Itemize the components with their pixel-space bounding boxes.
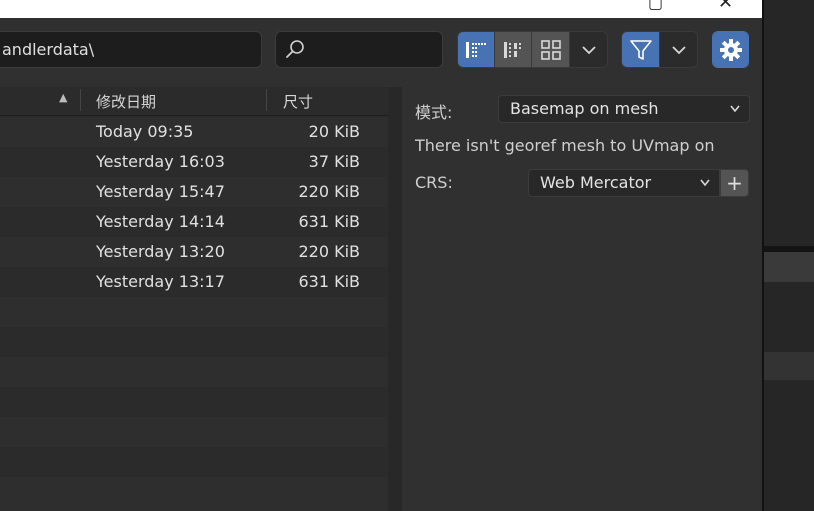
list-scrollbar[interactable]: [388, 87, 402, 511]
file-size: 37 KiB: [308, 152, 360, 171]
file-date: Yesterday 15:47: [96, 182, 225, 201]
file-date: Today 09:35: [96, 122, 194, 141]
thumbnails-button[interactable]: [532, 32, 570, 67]
file-date: Yesterday 14:14: [96, 212, 225, 231]
table-row[interactable]: Today 09:35 20 KiB: [0, 117, 388, 147]
filter-group: [621, 31, 698, 68]
file-size: 631 KiB: [298, 272, 360, 291]
chevron-down-icon: [581, 45, 596, 54]
file-list[interactable]: Today 09:35 20 KiB Yesterday 16:03 37 Ki…: [0, 87, 388, 511]
status-message: There isn't georef mesh to UVmap on: [415, 136, 715, 155]
chevron-down-icon: [671, 45, 686, 54]
close-icon[interactable]: ✕: [718, 0, 733, 12]
column-divider[interactable]: [80, 89, 81, 111]
table-row[interactable]: Yesterday 16:03 37 KiB: [0, 147, 388, 177]
settings-button[interactable]: [713, 32, 748, 67]
empty-row: [0, 447, 388, 477]
file-size: 631 KiB: [298, 212, 360, 231]
settings-group: [712, 31, 749, 68]
plus-icon: +: [726, 171, 743, 195]
filter-icon: [629, 39, 652, 60]
mode-value: Basemap on mesh: [510, 99, 659, 118]
file-size: 20 KiB: [308, 122, 360, 141]
table-row[interactable]: Yesterday 15:47 220 KiB: [0, 177, 388, 207]
crs-dropdown[interactable]: Web Mercator: [528, 169, 720, 197]
crs-value: Web Mercator: [540, 173, 652, 192]
empty-row: [0, 477, 388, 511]
column-header: ▲ 修改日期 尺寸: [0, 87, 388, 116]
column-divider[interactable]: [266, 89, 267, 111]
title-bar: ▢ ✕: [0, 0, 762, 18]
list-vertical-icon: [466, 41, 486, 58]
filter-options-dropdown[interactable]: [660, 32, 697, 67]
empty-row: [0, 327, 388, 357]
directory-path-input[interactable]: andlerdata\: [0, 31, 262, 68]
table-row[interactable]: Yesterday 13:20 220 KiB: [0, 237, 388, 267]
column-size-header[interactable]: 尺寸: [283, 91, 313, 112]
search-input[interactable]: [275, 31, 443, 68]
empty-row: [0, 417, 388, 447]
column-date-header[interactable]: 修改日期: [96, 91, 156, 112]
chevron-down-icon: [699, 170, 711, 204]
display-settings-dropdown[interactable]: [570, 32, 607, 67]
maximize-icon[interactable]: ▢: [648, 0, 663, 12]
background-header: [764, 252, 814, 282]
file-date: Yesterday 13:17: [96, 272, 225, 291]
background-row: [764, 352, 814, 380]
list-horizontal-icon: [504, 41, 521, 58]
empty-row: [0, 387, 388, 417]
crs-label: CRS:: [415, 173, 453, 192]
add-crs-button[interactable]: +: [720, 169, 749, 197]
file-size: 220 KiB: [298, 242, 360, 261]
mode-label: 模式:: [415, 103, 453, 122]
sort-ascending-icon[interactable]: ▲: [59, 91, 67, 104]
filter-toggle-button[interactable]: [622, 32, 660, 67]
file-size: 220 KiB: [298, 182, 360, 201]
horizontal-list-button[interactable]: [495, 32, 532, 67]
gear-icon: [719, 38, 742, 61]
empty-row: [0, 357, 388, 387]
chevron-down-icon: [729, 96, 741, 130]
table-row[interactable]: Yesterday 13:17 631 KiB: [0, 267, 388, 297]
empty-row: [0, 297, 388, 327]
mode-dropdown[interactable]: Basemap on mesh: [498, 95, 750, 123]
vertical-list-button[interactable]: [458, 32, 495, 67]
table-row[interactable]: Yesterday 14:14 631 KiB: [0, 207, 388, 237]
file-date: Yesterday 16:03: [96, 152, 225, 171]
search-icon: [286, 40, 304, 58]
display-mode-group: [457, 31, 608, 68]
thumbnails-icon: [540, 39, 561, 60]
file-date: Yesterday 13:20: [96, 242, 225, 261]
